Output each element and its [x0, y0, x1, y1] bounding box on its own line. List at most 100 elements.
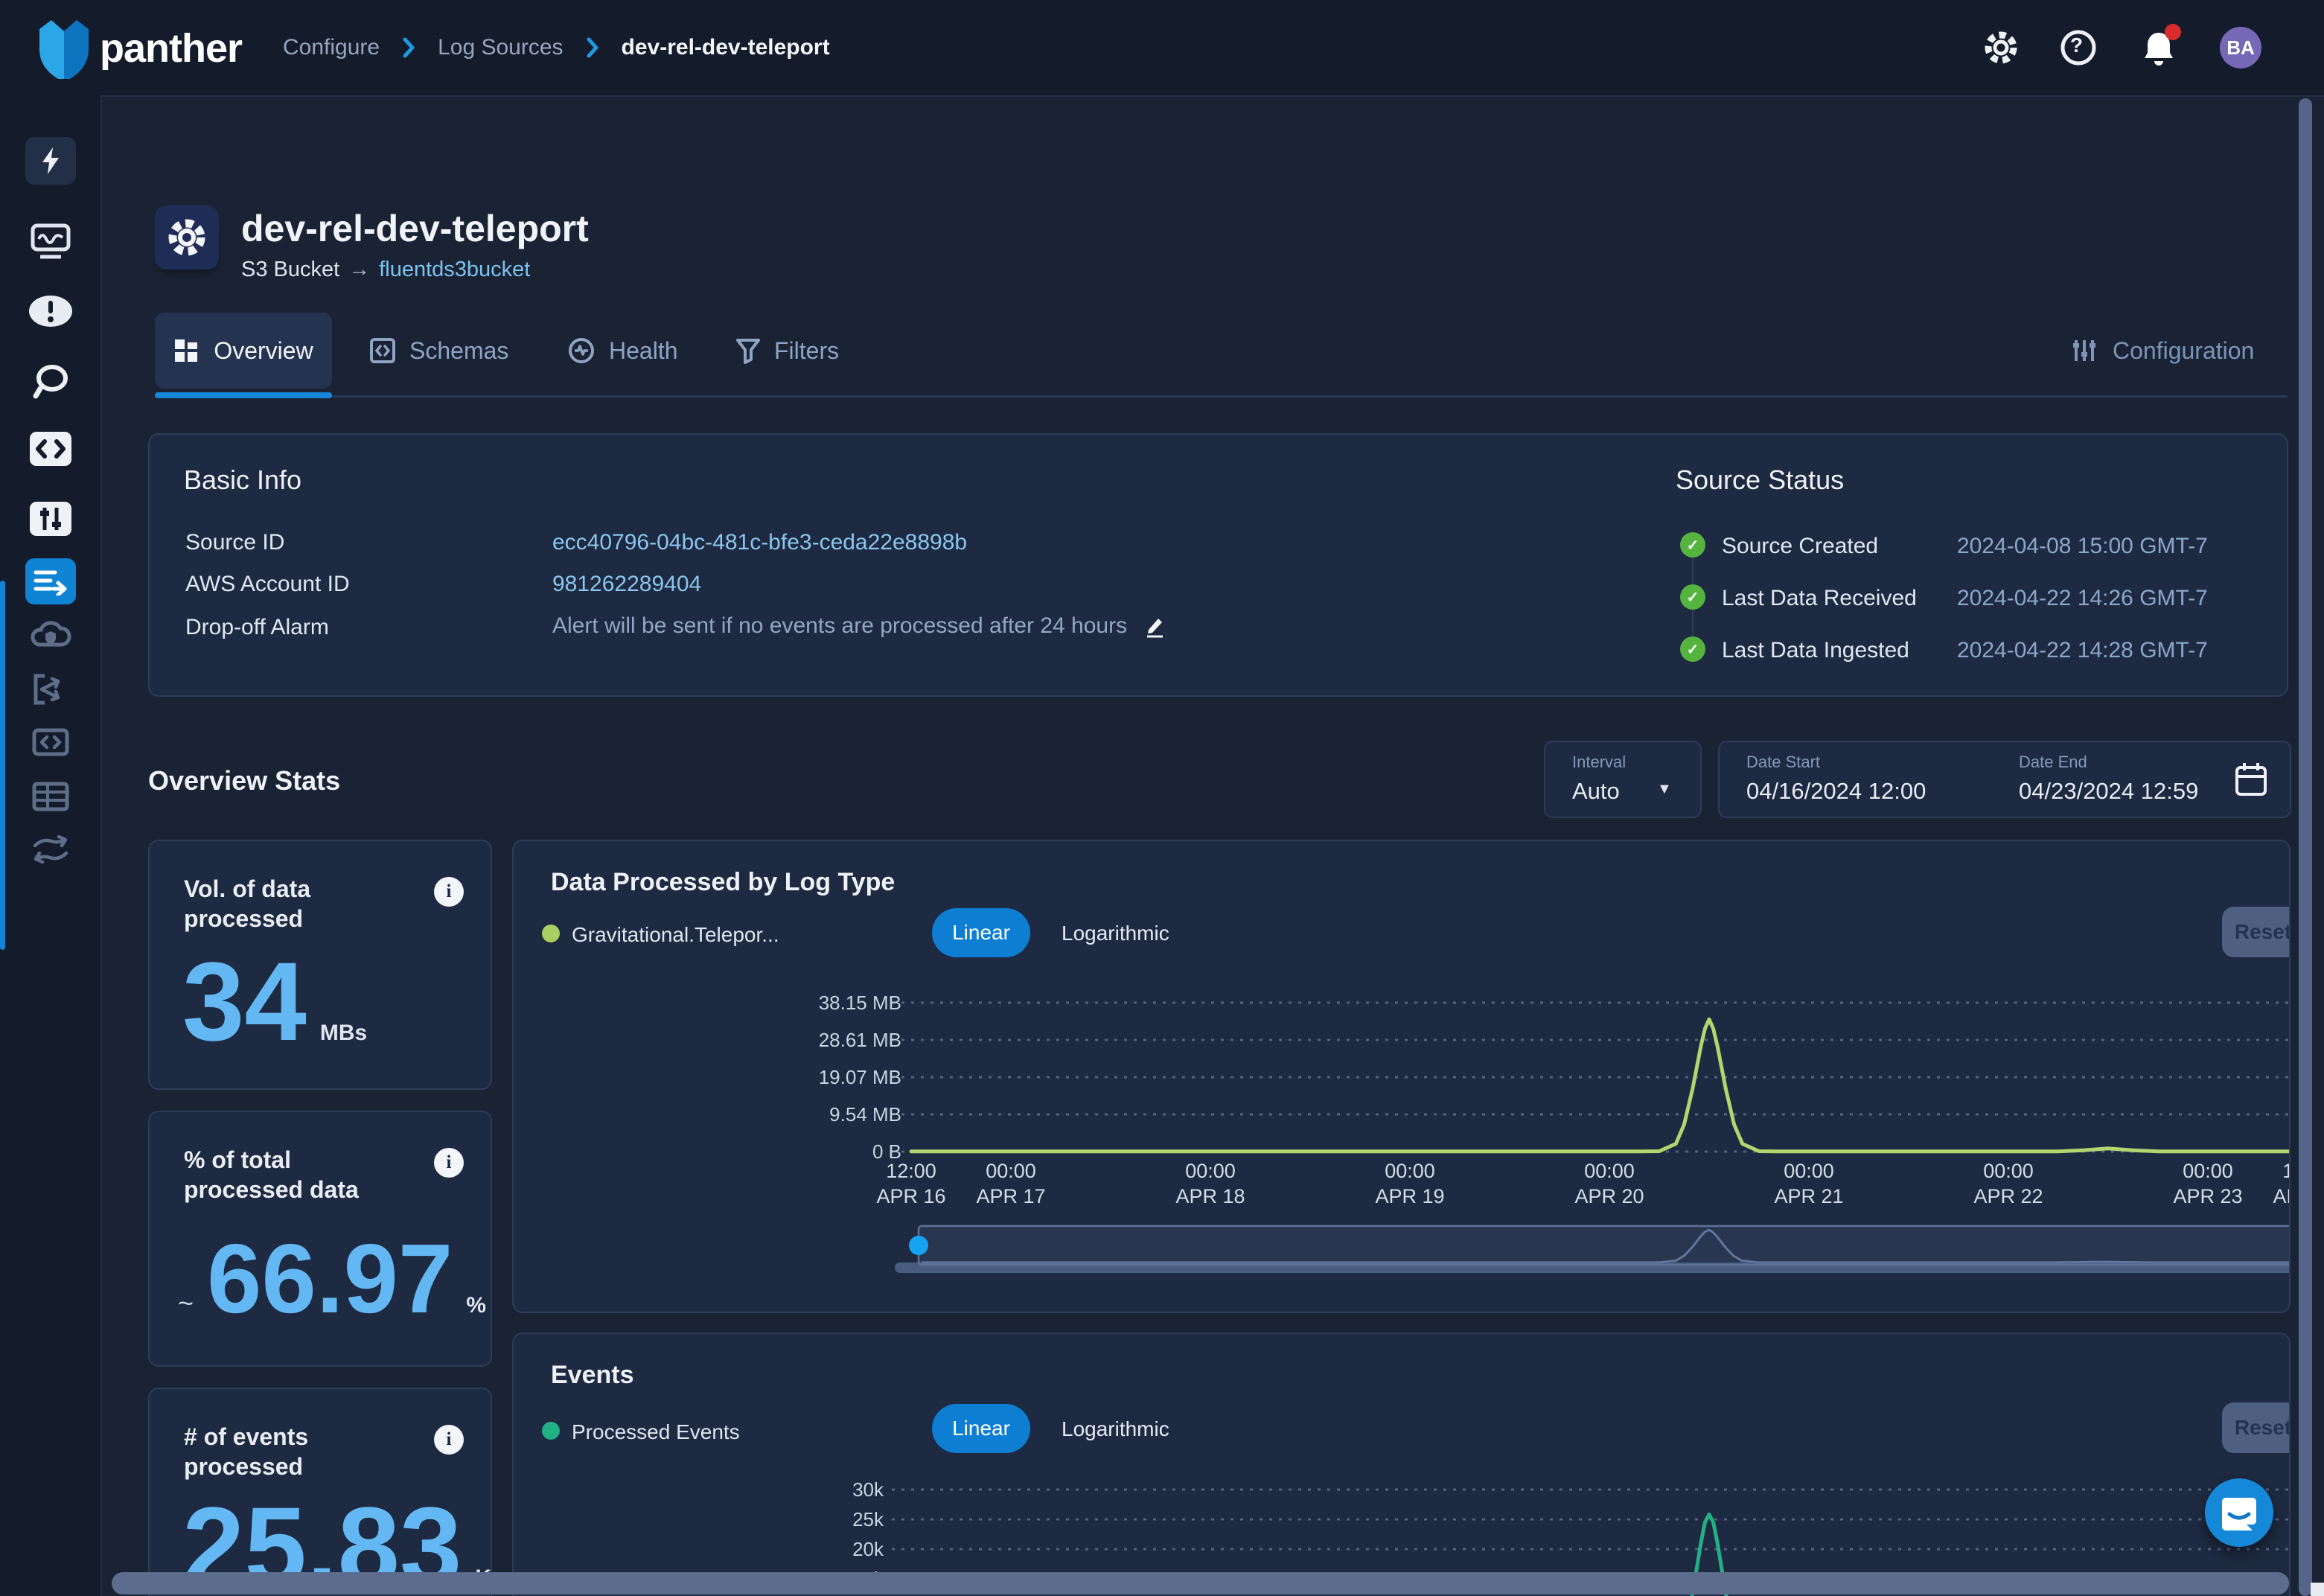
events-plot[interactable]: 30k25k20k15k [514, 1334, 2289, 1596]
chart-canvas: 30k25k20k15k [514, 1334, 2289, 1596]
lightning-icon [38, 146, 63, 176]
svg-text:APR 19: APR 19 [1375, 1185, 1444, 1207]
source-created-value: 2024-04-08 15:00 GMT-7 [1957, 534, 2208, 559]
tab-schemas-label: Schemas [409, 337, 508, 365]
avatar-initials: BA [2226, 36, 2255, 60]
gear-icon [165, 215, 209, 260]
source-id-value[interactable]: ecc40796-04bc-481c-bfe3-ceda22e8898b [552, 530, 967, 555]
tab-schemas[interactable]: Schemas [369, 313, 508, 389]
alert-oval-icon [27, 293, 74, 329]
data-processed-chart-card: Data Processed by Log Type Gravitational… [512, 840, 2291, 1313]
export-branch-icon [31, 673, 70, 706]
sidebar-item-log-sources[interactable] [25, 558, 76, 604]
sidebar-item-monitor[interactable] [25, 217, 76, 265]
data-processed-plot[interactable]: 38.15 MB28.61 MB19.07 MB9.54 MB0 B12:00A… [514, 841, 2289, 1313]
basic-info-card: Basic Info Source ID ecc40796-04bc-481c-… [148, 433, 2288, 697]
chart-canvas: 38.15 MB28.61 MB19.07 MB9.54 MB0 B12:00A… [514, 841, 2289, 1312]
stat-card-events: # of events processed i 25.83 K [148, 1388, 492, 1596]
info-icon[interactable]: i [434, 1425, 464, 1455]
tab-filters[interactable]: Filters [735, 313, 839, 389]
date-start-label: Date Start [1746, 753, 1820, 772]
horizontal-scrollbar[interactable] [112, 1572, 2289, 1595]
svg-text:25k: 25k [852, 1508, 884, 1530]
sidebar-item-pipeline[interactable] [25, 828, 76, 871]
stat-percent-unit: % [466, 1293, 486, 1318]
sidebar-item-code-box[interactable] [25, 721, 76, 764]
chat-widget-button[interactable] [2205, 1478, 2273, 1547]
code-box-icon [31, 727, 70, 757]
interval-label: Interval [1572, 753, 1626, 772]
table-icon [31, 781, 70, 812]
aws-account-id-value[interactable]: 981262289404 [552, 572, 701, 597]
svg-text:00:00: 00:00 [1983, 1160, 2034, 1182]
date-end-value[interactable]: 04/23/2024 12:59 [2019, 778, 2198, 805]
source-type-tile [155, 205, 219, 269]
aws-account-id-label: AWS Account ID [185, 572, 350, 597]
sidebar-item-tables[interactable] [25, 774, 76, 819]
navigator-left-handle [909, 1236, 928, 1255]
svg-text:38.15 MB: 38.15 MB [819, 992, 901, 1014]
notifications-bell-icon[interactable] [2138, 27, 2180, 68]
tab-filters-label: Filters [774, 337, 839, 365]
sidebar-item-code[interactable] [30, 432, 71, 466]
configuration-link[interactable]: Configuration [2071, 313, 2254, 389]
sidebar-item-search[interactable] [25, 357, 76, 405]
info-icon[interactable]: i [434, 1148, 464, 1178]
question-glyph: ? [2070, 33, 2083, 57]
status-check-icon: ✓ [1680, 584, 1705, 610]
drop-off-alarm-label: Drop-off Alarm [185, 615, 329, 640]
breadcrumb-configure[interactable]: Configure [283, 35, 380, 60]
sync-arrows-icon [31, 835, 71, 864]
svg-text:APR 20: APR 20 [1574, 1185, 1644, 1207]
check-glyph: ✓ [1687, 588, 1699, 607]
stat-card-percent: % of total processed data i ~ 66.97 % [148, 1111, 492, 1367]
caret-down-icon: ▼ [1657, 781, 1672, 798]
status-check-icon: ✓ [1680, 532, 1705, 558]
svg-text:APR 23: APR 23 [2273, 1185, 2289, 1207]
sidebar-item-data-export[interactable] [25, 667, 76, 712]
date-range-picker[interactable]: Date Start 04/16/2024 12:00 Date End 04/… [1718, 741, 2291, 818]
info-icon[interactable]: i [434, 877, 464, 907]
events-chart-card: Events Processed Events Linear Logarithm… [512, 1332, 2291, 1596]
help-icon[interactable]: ? [2058, 27, 2099, 68]
stat-volume-value-row: 34 MBs [182, 945, 367, 1057]
cloud-shield-icon [29, 621, 72, 651]
chevron-right-icon [402, 36, 415, 59]
stat-volume-title: Vol. of data processed [184, 874, 415, 933]
sidebar-item-alerts[interactable] [25, 287, 76, 335]
sidebar-item-cloud-security[interactable] [25, 613, 76, 658]
vertical-scrollbar[interactable] [2299, 98, 2312, 1596]
drop-off-alarm-value: Alert will be sent if no events are proc… [552, 613, 1127, 639]
tabs-active-underline [155, 392, 332, 398]
svg-text:30k: 30k [852, 1478, 884, 1501]
interval-select[interactable]: Interval Auto ▼ [1544, 741, 1702, 818]
svg-text:APR 16: APR 16 [876, 1185, 945, 1207]
bucket-link[interactable]: fluentds3bucket [379, 258, 530, 282]
basic-info-heading: Basic Info [184, 465, 301, 496]
brand-name[interactable]: panther [100, 25, 242, 71]
chart-range-navigator [919, 1226, 2289, 1265]
panther-logo-icon[interactable] [33, 16, 95, 79]
sidebar-item-lightning[interactable] [25, 137, 76, 185]
sidebar-item-sliders[interactable] [30, 502, 71, 536]
tab-overview[interactable]: Overview [155, 313, 332, 389]
calendar-icon[interactable] [2235, 762, 2267, 797]
overview-stats-heading: Overview Stats [148, 765, 340, 797]
avatar[interactable]: BA [2220, 27, 2261, 68]
breadcrumb-log-sources[interactable]: Log Sources [438, 35, 563, 60]
last-data-received-value: 2024-04-22 14:26 GMT-7 [1957, 586, 2208, 611]
page-title: dev-rel-dev-teleport [241, 207, 589, 250]
stat-percent-value-row: ~ 66.97 % [178, 1230, 486, 1328]
arrow-glyph: → [348, 258, 370, 282]
breadcrumb-current: dev-rel-dev-teleport [622, 35, 830, 60]
tab-health[interactable]: Health [567, 313, 678, 389]
date-start-value[interactable]: 04/16/2024 12:00 [1746, 778, 1926, 805]
stat-card-volume: Vol. of data processed i 34 MBs [148, 840, 492, 1090]
edit-pencil-icon[interactable] [1143, 614, 1166, 638]
source-created-label: Source Created [1722, 534, 1878, 559]
notification-badge [2165, 24, 2181, 40]
tab-overview-label: Overview [214, 337, 313, 365]
sliders-icon [36, 506, 66, 532]
interval-value: Auto [1572, 778, 1620, 805]
settings-gear-icon[interactable] [1980, 27, 2022, 68]
